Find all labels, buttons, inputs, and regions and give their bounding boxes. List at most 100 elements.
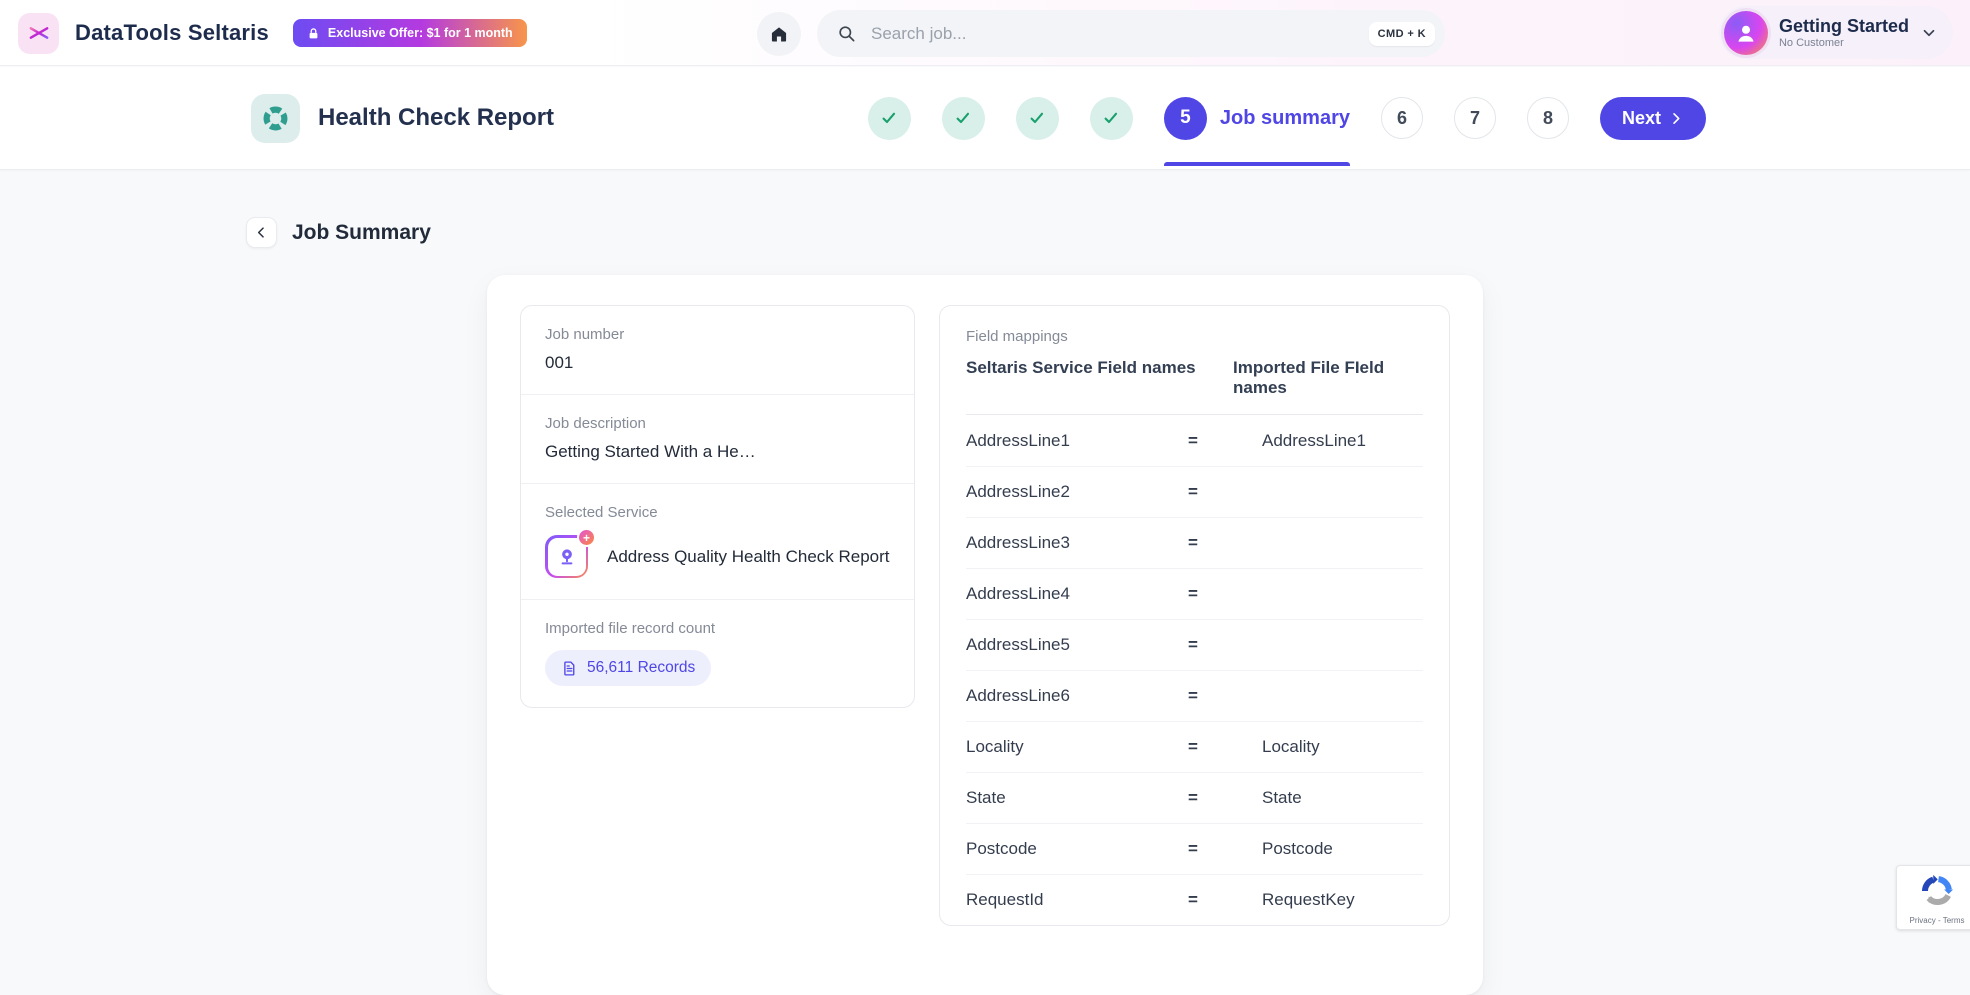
step-5-label: Job summary — [1220, 107, 1350, 130]
field-mapping-row: State = State — [966, 772, 1423, 823]
plus-badge-icon: + — [577, 528, 596, 547]
record-count-badge: 56,611 Records — [545, 650, 711, 686]
field-mappings-header: Seltaris Service Field names Imported Fi… — [966, 358, 1423, 414]
equals-sign: = — [1188, 431, 1262, 451]
equals-sign: = — [1188, 533, 1262, 553]
field-mapping-row: AddressLine6 = — [966, 670, 1423, 721]
home-button[interactable] — [757, 12, 801, 56]
selected-service-section: Selected Service + Addr — [521, 483, 914, 599]
avatar — [1724, 11, 1768, 55]
step-3-done[interactable] — [1016, 97, 1059, 140]
page-header: Job Summary — [246, 217, 1970, 248]
service-field-name: AddressLine3 — [966, 533, 1188, 553]
column-header-service: Seltaris Service Field names — [966, 358, 1233, 398]
content-area: Job Summary Job number 001 Job descripti… — [0, 171, 1970, 940]
equals-sign: = — [1188, 788, 1262, 808]
recaptcha-badge[interactable]: Privacy - Terms — [1896, 865, 1970, 930]
imported-field-name: RequestKey — [1262, 890, 1423, 910]
step-4-done[interactable] — [1090, 97, 1133, 140]
user-menu[interactable]: Getting Started No Customer — [1719, 6, 1953, 59]
page-title: Job Summary — [292, 221, 431, 245]
step-6[interactable]: 6 — [1381, 97, 1423, 139]
equals-sign: = — [1188, 839, 1262, 859]
chevron-left-icon — [254, 225, 269, 240]
equals-sign: = — [1188, 584, 1262, 604]
record-count-label: Imported file record count — [545, 620, 890, 637]
job-description-label: Job description — [545, 415, 890, 432]
equals-sign: = — [1188, 737, 1262, 757]
health-check-icon — [251, 94, 300, 143]
app-logo-icon[interactable] — [18, 13, 59, 54]
service-field-name: RequestId — [966, 890, 1188, 910]
step-5-active[interactable]: 5 Job summary — [1164, 97, 1350, 140]
job-description-value: Getting Started With a He… — [545, 442, 890, 462]
selected-service-label: Selected Service — [545, 504, 890, 521]
offer-badge[interactable]: Exclusive Offer: $1 for 1 month — [293, 19, 527, 47]
imported-field-name: AddressLine1 — [1262, 431, 1423, 451]
user-name: Getting Started — [1779, 16, 1909, 37]
field-mappings-rows: AddressLine1 = AddressLine1 AddressLine2… — [966, 414, 1423, 925]
service-field-name: AddressLine4 — [966, 584, 1188, 604]
chevron-right-icon — [1669, 111, 1684, 126]
report-title: Health Check Report — [318, 104, 554, 132]
location-pin-icon — [555, 545, 579, 569]
brand-name: DataTools Seltaris — [75, 20, 269, 46]
field-mapping-row: Locality = Locality — [966, 721, 1423, 772]
imported-field-name: Locality — [1262, 737, 1423, 757]
recaptcha-icon — [1919, 873, 1955, 909]
chevron-down-icon — [1920, 24, 1938, 42]
service-field-name: AddressLine6 — [966, 686, 1188, 706]
search-shortcut: CMD + K — [1369, 22, 1435, 46]
field-mapping-row: AddressLine4 = — [966, 568, 1423, 619]
user-icon — [1733, 20, 1759, 46]
topbar: DataTools Seltaris Exclusive Offer: $1 f… — [0, 0, 1970, 66]
step-1-done[interactable] — [868, 97, 911, 140]
search-input[interactable] — [869, 23, 1356, 45]
service-field-name: Locality — [966, 737, 1188, 757]
selected-service-value: Address Quality Health Check Report — [607, 547, 890, 567]
equals-sign: = — [1188, 890, 1262, 910]
field-mapping-row: AddressLine5 = — [966, 619, 1423, 670]
document-icon — [561, 660, 578, 677]
field-mapping-row: RequestId = RequestKey — [966, 874, 1423, 925]
recaptcha-privacy-terms[interactable]: Privacy - Terms — [1901, 916, 1970, 925]
service-field-name: AddressLine5 — [966, 635, 1188, 655]
service-field-name: State — [966, 788, 1188, 808]
job-number-section: Job number 001 — [521, 306, 914, 394]
step-7[interactable]: 7 — [1454, 97, 1496, 139]
check-icon — [953, 108, 973, 128]
wizard-header: Health Check Report 5 Job summary 6 7 8 … — [0, 67, 1970, 170]
field-mappings-panel: Field mappings Seltaris Service Field na… — [939, 305, 1450, 926]
job-details-panel: Job number 001 Job description Getting S… — [520, 305, 915, 708]
offer-badge-label: Exclusive Offer: $1 for 1 month — [328, 26, 513, 40]
user-subtitle: No Customer — [1779, 37, 1909, 49]
user-info: Getting Started No Customer — [1779, 16, 1909, 49]
check-icon — [1101, 108, 1121, 128]
field-mappings-label: Field mappings — [966, 328, 1423, 345]
record-count-value: 56,611 Records — [587, 659, 695, 677]
home-icon — [769, 24, 789, 44]
step-2-done[interactable] — [942, 97, 985, 140]
next-button[interactable]: Next — [1600, 97, 1706, 140]
field-mapping-row: AddressLine1 = AddressLine1 — [966, 415, 1423, 466]
step-8[interactable]: 8 — [1527, 97, 1569, 139]
lock-icon — [307, 27, 320, 40]
step-5-number: 5 — [1164, 97, 1207, 140]
next-button-label: Next — [1622, 108, 1661, 129]
search-icon — [837, 24, 856, 43]
imported-field-name: Postcode — [1262, 839, 1423, 859]
service-field-name: Postcode — [966, 839, 1188, 859]
job-description-section: Job description Getting Started With a H… — [521, 394, 914, 483]
column-header-imported: Imported File FIeld names — [1233, 358, 1423, 398]
equals-sign: = — [1188, 686, 1262, 706]
search-bar[interactable]: CMD + K — [817, 10, 1445, 57]
field-mapping-row: Postcode = Postcode — [966, 823, 1423, 874]
job-number-value: 001 — [545, 353, 890, 373]
job-number-label: Job number — [545, 326, 890, 343]
record-count-section: Imported file record count 56,611 Record… — [521, 599, 914, 707]
stepper: 5 Job summary 6 7 8 Next — [868, 97, 1706, 140]
back-button[interactable] — [246, 217, 277, 248]
selected-service-row: + Address Quality Health Check Report — [545, 535, 890, 578]
check-icon — [879, 108, 899, 128]
topbar-center: CMD + K — [757, 10, 1445, 57]
